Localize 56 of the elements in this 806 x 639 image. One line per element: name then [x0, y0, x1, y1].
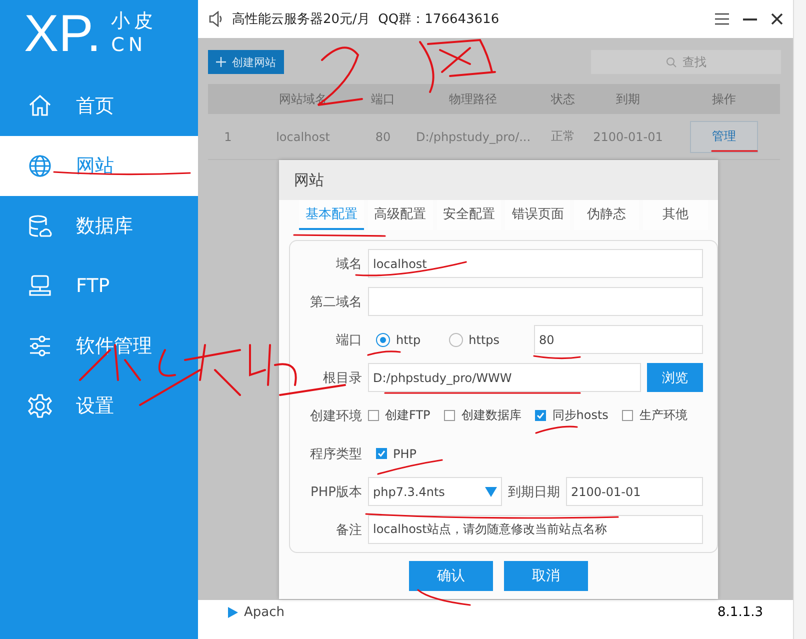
underline-mark [417, 589, 471, 606]
create-site-button[interactable]: 创建网站 [208, 50, 284, 74]
search-icon [666, 56, 676, 68]
version-text: 8.1.1.3 [718, 605, 763, 620]
globe-icon [26, 152, 54, 180]
radio-option[interactable]: https [448, 332, 500, 346]
expiry-date-field[interactable]: 2100-01-01 [566, 477, 703, 506]
field-label: 程序类型 [309, 446, 362, 462]
checkbox-option[interactable]: 同步hosts [535, 407, 608, 424]
logo: XP. [24, 8, 102, 60]
close-icon[interactable] [771, 13, 783, 25]
gear-icon [26, 392, 54, 420]
column-header: 状态 [538, 84, 588, 114]
column-header: 端口 [358, 84, 408, 114]
checkmark-icon [536, 411, 546, 420]
underline-mark [533, 355, 581, 360]
notice-text: 高性能云服务器20元/月 QQ群：176643616 [232, 11, 500, 28]
field-label: 域名 [335, 256, 362, 272]
underline-mark [367, 350, 401, 356]
column-header: 到期 [588, 84, 668, 114]
speaker-icon [208, 11, 224, 27]
minimize-icon[interactable] [743, 18, 757, 20]
underline-mark [711, 150, 758, 152]
domain-field[interactable]: localhost [368, 249, 703, 278]
checkbox-option[interactable]: 创建FTP [368, 407, 430, 424]
field-label: 到期日期 [508, 484, 560, 500]
plus-icon [216, 57, 226, 67]
note-field[interactable]: localhost站点，请勿随意修改当前站点名称 [368, 515, 703, 544]
field-label: 根目录 [322, 370, 362, 386]
underline-mark [535, 426, 578, 434]
php-version-dropdown[interactable]: php7.3.4nts [368, 477, 502, 506]
status-text: Apach [244, 605, 284, 620]
checkbox-option[interactable]: PHP [376, 446, 416, 460]
checkmark-icon [377, 449, 386, 458]
field-label: 端口 [335, 332, 362, 348]
field-label: 创建环境 [309, 408, 362, 424]
root-path-field[interactable]: D:/phpstudy_pro/WWW [368, 363, 641, 392]
logo-text: CN [111, 34, 148, 58]
column-header: 物理路径 [408, 84, 538, 114]
underline-mark [377, 459, 443, 475]
dialog-title: 网站 [294, 170, 324, 190]
column-header: 操作 [668, 84, 780, 114]
menu-icon[interactable] [715, 13, 729, 25]
table-cell: 1 [208, 114, 248, 160]
dropdown-arrow-icon [485, 486, 497, 498]
field-label: PHP版本 [310, 484, 362, 500]
play-icon [228, 607, 238, 618]
second-domain-field[interactable] [368, 287, 703, 316]
field-label: 备注 [335, 522, 362, 538]
field-label: 第二域名 [309, 294, 362, 310]
checkbox-option[interactable]: 创建数据库 [444, 407, 522, 424]
radio-option[interactable]: http [376, 332, 421, 346]
checkbox-option[interactable]: 生产环境 [622, 407, 688, 424]
database-icon [26, 212, 54, 240]
logo-text: 小皮 [111, 10, 158, 34]
port-field[interactable]: 80 [534, 325, 703, 354]
